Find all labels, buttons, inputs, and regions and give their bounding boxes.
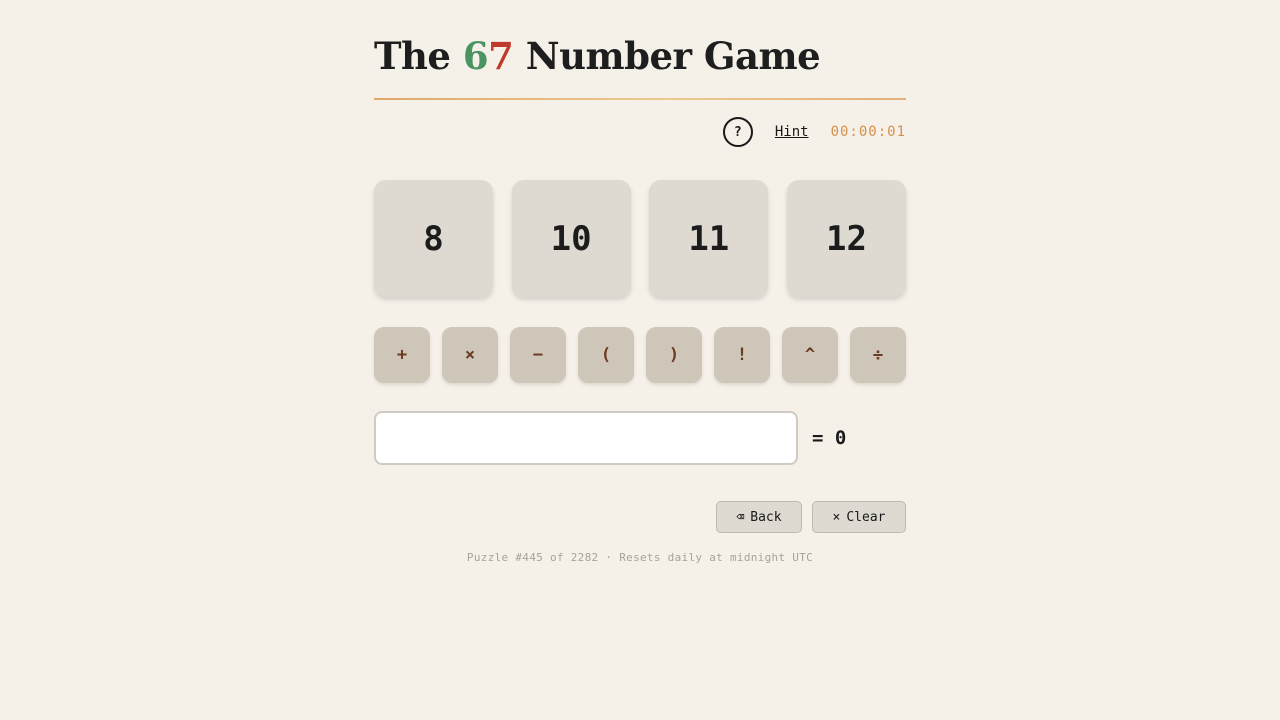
back-label: Back: [750, 509, 782, 525]
multiply-button[interactable]: ×: [442, 327, 498, 383]
toolbar: ? Hint 00:00:01: [722, 116, 906, 148]
footer-text: Puzzle #445 of 2282 · Resets daily at mi…: [466, 551, 814, 564]
plus-button[interactable]: +: [374, 327, 430, 383]
number-tiles: 8 10 11 12: [374, 180, 906, 297]
title-divider: [374, 98, 906, 100]
page-title: The 67 Number Game: [374, 34, 821, 78]
expression-input[interactable]: [374, 411, 798, 465]
clear-button[interactable]: × Clear: [812, 501, 906, 533]
factorial-button[interactable]: !: [714, 327, 770, 383]
clear-label: Clear: [846, 509, 886, 525]
action-buttons: ⌫ Back × Clear: [716, 501, 906, 533]
number-tile[interactable]: 10: [511, 180, 631, 297]
timer: 00:00:01: [830, 124, 906, 140]
open-paren-button[interactable]: (: [578, 327, 634, 383]
help-button[interactable]: ?: [722, 117, 753, 147]
title-number-seven: 7: [488, 34, 514, 78]
minus-button[interactable]: −: [510, 327, 566, 383]
divide-button[interactable]: ÷: [850, 327, 906, 383]
title-prefix: The: [374, 34, 451, 78]
close-paren-button[interactable]: ): [646, 327, 702, 383]
expression-row: = 0: [374, 411, 906, 465]
title-number-six: 6: [462, 34, 489, 78]
power-button[interactable]: ^: [782, 327, 838, 383]
close-icon: ×: [832, 509, 841, 525]
number-tile[interactable]: 12: [786, 180, 906, 297]
back-button[interactable]: ⌫ Back: [716, 501, 802, 533]
hint-link[interactable]: Hint: [775, 124, 809, 140]
operator-buttons: + × − ( ) ! ^ ÷: [374, 327, 906, 383]
title-suffix: Number Game: [525, 34, 821, 78]
expression-result: = 0: [812, 427, 847, 449]
number-tile[interactable]: 11: [649, 180, 769, 297]
number-tile[interactable]: 8: [374, 180, 493, 297]
backspace-icon: ⌫: [736, 509, 745, 525]
